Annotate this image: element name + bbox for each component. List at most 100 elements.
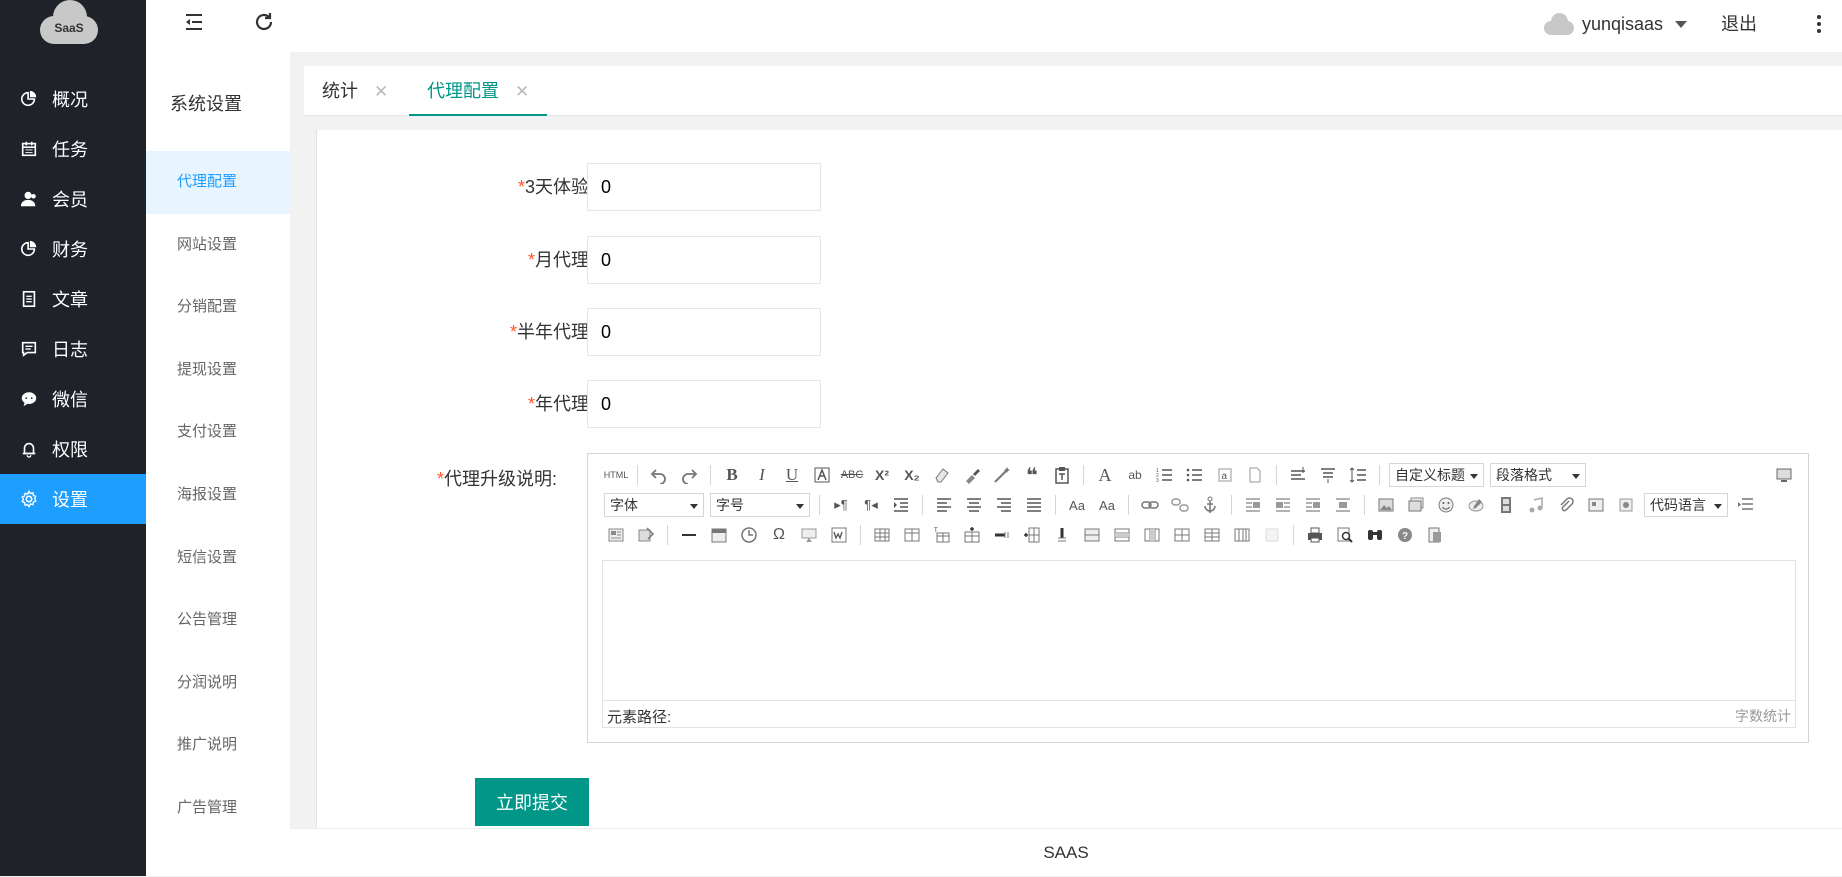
user-menu[interactable]: yunqisaas [1544,10,1688,38]
subscript-icon[interactable]: X₂ [900,463,924,487]
logout-link[interactable]: 退出 [1721,10,1757,36]
subnav-item-withdraw-settings[interactable]: 提现设置 [146,339,290,402]
half-year-agent-input[interactable] [587,308,821,356]
paste-text-icon[interactable] [1050,463,1074,487]
auto-format-icon[interactable] [990,463,1014,487]
line-height-icon[interactable] [1286,463,1310,487]
new-doc-icon[interactable] [1243,463,1267,487]
more-vertical-icon[interactable] [1815,12,1823,36]
unordered-list-icon[interactable] [1183,463,1207,487]
split-rows-icon[interactable] [1200,523,1224,547]
monthly-agent-input[interactable] [587,236,821,284]
subnav-item-distribution-config[interactable]: 分销配置 [146,276,290,339]
font-size-select[interactable]: 字号 [710,493,810,517]
subnav-item-agent-config[interactable]: 代理配置 [146,151,290,214]
lowercase-icon[interactable]: Aa [1095,493,1119,517]
music-icon[interactable] [1524,493,1548,517]
align-justify-icon[interactable] [1022,493,1046,517]
date-icon[interactable] [707,523,731,547]
print-icon[interactable] [1303,523,1327,547]
ordered-list-icon[interactable]: 123 [1153,463,1177,487]
search-replace-icon[interactable] [1363,523,1387,547]
page-break-icon[interactable] [1734,493,1758,517]
split-cols-icon[interactable] [1230,523,1254,547]
special-chars-icon[interactable]: Ω [767,523,791,547]
superscript-icon[interactable]: X² [870,463,894,487]
merge-down-icon[interactable] [1140,523,1164,547]
subnav-item-announcements[interactable]: 公告管理 [146,589,290,652]
editor-content-area[interactable] [602,560,1796,700]
insert-row-icon[interactable] [960,523,984,547]
anchor-a-icon[interactable]: a [1213,463,1237,487]
highlight-color-icon[interactable]: ab [1123,463,1147,487]
background-icon[interactable] [634,523,658,547]
refresh-icon[interactable] [252,10,276,34]
anchor-icon[interactable] [1198,493,1222,517]
close-icon[interactable]: ✕ [374,82,388,101]
shrink-sidebar-icon[interactable] [182,10,206,34]
nav-item-wechat[interactable]: 微信 [0,374,146,424]
underline-icon[interactable]: U [780,463,804,487]
insert-image-icon[interactable] [1374,493,1398,517]
nav-item-permissions[interactable]: 权限 [0,424,146,474]
image-left-icon[interactable] [1271,493,1295,517]
subnav-item-poster-settings[interactable]: 海报设置 [146,464,290,527]
delete-table-icon[interactable] [900,523,924,547]
html-source-icon[interactable]: HTML [604,463,629,487]
row-spacing-icon[interactable] [1346,463,1370,487]
code-language-select[interactable]: 代码语言 [1644,493,1728,517]
strikethrough-icon[interactable]: ABC [840,463,864,487]
nav-item-overview[interactable]: 概况 [0,74,146,124]
nav-item-tasks[interactable]: 任务 [0,124,146,174]
merge-right-icon[interactable] [1110,523,1134,547]
subnav-item-sms-settings[interactable]: 短信设置 [146,527,290,590]
unlink-icon[interactable] [1168,493,1192,517]
indent-icon[interactable] [889,493,913,517]
subnav-item-site-settings[interactable]: 网站设置 [146,214,290,277]
emoji-icon[interactable] [1434,493,1458,517]
insert-table-icon[interactable] [870,523,894,547]
help-icon[interactable]: ? [1393,523,1417,547]
image-right-icon[interactable] [1301,493,1325,517]
nav-item-members[interactable]: 会员 [0,174,146,224]
image-center-icon[interactable] [1331,493,1355,517]
font-color-icon[interactable]: A [1093,463,1117,487]
italic-icon[interactable]: I [750,463,774,487]
split-cells-icon[interactable] [1170,523,1194,547]
saas-logo[interactable]: SaaS [40,0,102,46]
tab-statistics[interactable]: 统计 ✕ [304,66,406,116]
font-family-select[interactable]: 字体 [604,493,704,517]
subnav-item-payment-settings[interactable]: 支付设置 [146,401,290,464]
blockquote-icon[interactable]: ❝ [1020,463,1044,487]
close-icon[interactable]: ✕ [515,82,529,101]
trial-price-input[interactable] [587,163,821,211]
scrawl-icon[interactable] [1464,493,1488,517]
code-insert-icon[interactable] [1614,493,1638,517]
horizontal-rule-icon[interactable] [677,523,701,547]
undo-icon[interactable] [647,463,671,487]
font-border-icon[interactable] [810,463,834,487]
chart-icon[interactable] [1260,523,1284,547]
custom-title-select[interactable]: 自定义标题 [1389,463,1484,487]
align-left-icon[interactable] [932,493,956,517]
bold-icon[interactable]: B [720,463,744,487]
nav-item-settings[interactable]: 设置 [0,474,146,524]
delete-col-icon[interactable] [1050,523,1074,547]
paragraph-spacing-icon[interactable] [1316,463,1340,487]
uppercase-icon[interactable]: Aa [1065,493,1089,517]
ltr-direction-icon[interactable]: ▸¶ [829,493,853,517]
map-icon[interactable] [1584,493,1608,517]
link-icon[interactable] [1138,493,1162,517]
insert-col-icon[interactable] [1020,523,1044,547]
align-center-icon[interactable] [962,493,986,517]
eraser-icon[interactable] [930,463,954,487]
tab-agent-config[interactable]: 代理配置 ✕ [409,66,548,116]
fullscreen-icon[interactable] [1772,463,1796,487]
format-brush-icon[interactable] [960,463,984,487]
subnav-item-promotion[interactable]: 推广说明 [146,714,290,777]
attachment-icon[interactable] [1554,493,1578,517]
template-icon[interactable] [604,523,628,547]
paragraph-format-select[interactable]: 段落格式 [1490,463,1586,487]
align-right-icon[interactable] [992,493,1016,517]
nav-item-finance[interactable]: 财务 [0,224,146,274]
